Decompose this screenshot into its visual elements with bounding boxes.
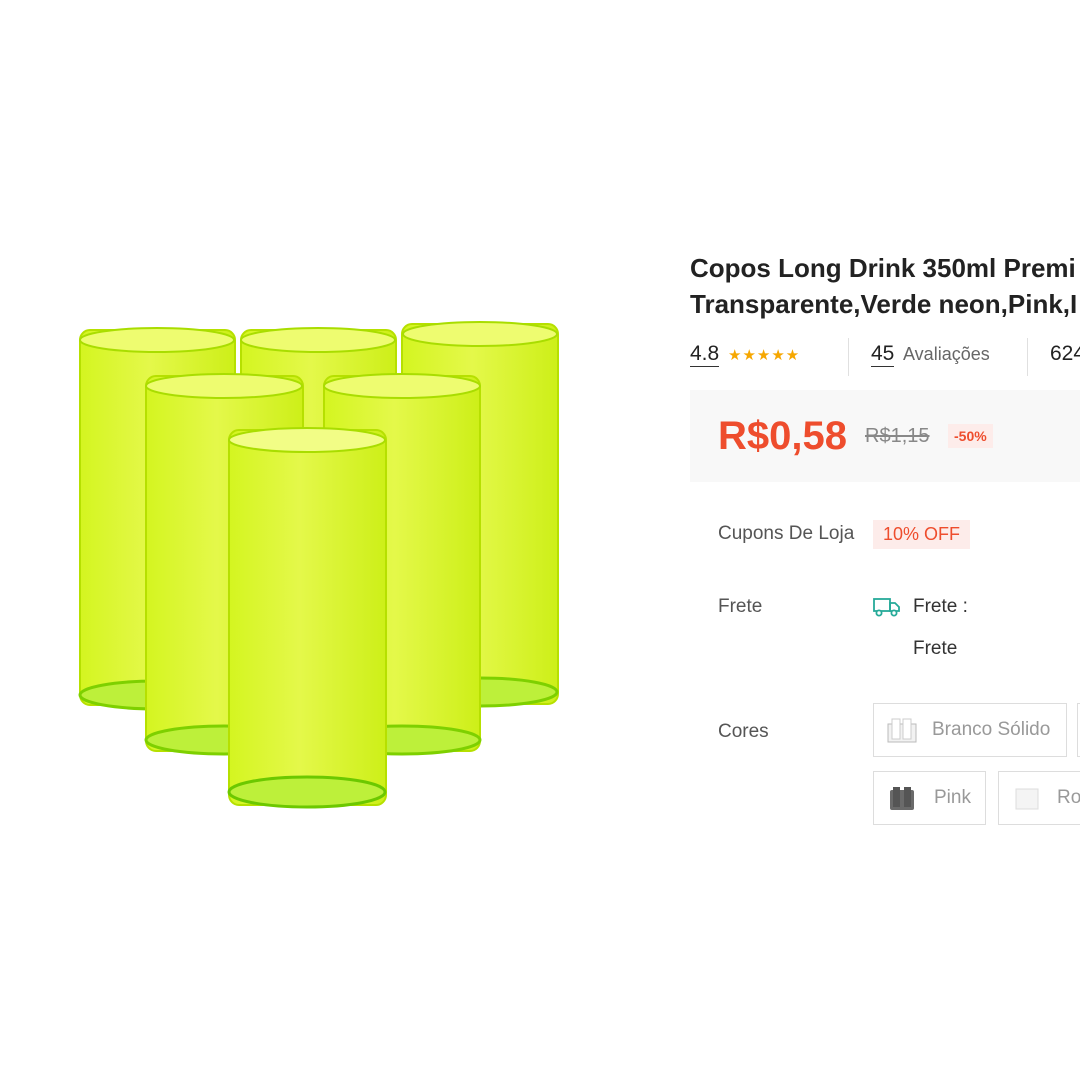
divider [848, 338, 849, 376]
price-current: R$0,58 [718, 414, 847, 458]
cups-thumbnail-icon [887, 718, 917, 743]
color-option-pink[interactable]: Pink [873, 771, 986, 825]
shipping-label: Frete [718, 596, 763, 617]
coupon-badge[interactable]: 10% OFF [873, 520, 971, 549]
star-icon: ★★★★★ [728, 347, 801, 364]
divider [1027, 338, 1028, 376]
color-option-branco-solido[interactable]: Branco Sólido [873, 703, 1067, 757]
reviews-count[interactable]: 45 [871, 342, 895, 367]
color-option-ro[interactable]: Ro [998, 771, 1080, 825]
discount-badge: -50% [948, 424, 993, 448]
truck-icon [873, 596, 901, 618]
color-option-label: Pink [934, 787, 971, 808]
color-option-label: Branco Sólido [932, 719, 1051, 740]
price-box: R$0,58 R$1,15 -50% [690, 390, 1080, 482]
color-option-label: Ro [1057, 787, 1080, 808]
product-title: Copos Long Drink 350ml Premi Transparent… [690, 250, 1080, 322]
colors-label: Cores [718, 721, 769, 742]
sold-count: 624 [1050, 342, 1080, 365]
rating-row: 4.8 ★★★★★ 45 Avaliações 624 [690, 338, 1080, 376]
glasses-image [78, 321, 559, 809]
product-image[interactable] [60, 300, 640, 840]
reviews-label: Avaliações [903, 344, 990, 364]
product-title-line2: Transparente,Verde neon,Pink,I [690, 289, 1078, 319]
price-old: R$1,15 [865, 425, 930, 447]
rating-value[interactable]: 4.8 [690, 342, 720, 367]
shipping-title: Frete : [913, 596, 968, 617]
glass-front [227, 427, 387, 809]
product-title-line1: Copos Long Drink 350ml Premi [690, 253, 1076, 283]
shipping-value: Frete [913, 638, 958, 659]
cups-thumbnail-icon [1015, 788, 1039, 810]
coupons-label: Cupons De Loja [718, 523, 855, 544]
cups-thumbnail-icon [890, 787, 914, 810]
